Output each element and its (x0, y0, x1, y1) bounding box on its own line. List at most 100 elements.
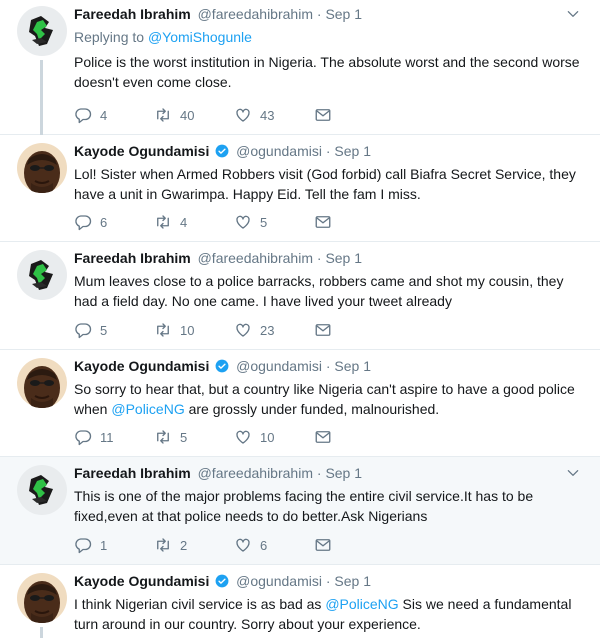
tweet-timestamp[interactable]: Sep 1 (325, 465, 362, 481)
like-button[interactable]: 6 (234, 536, 314, 554)
thread-line (40, 60, 43, 135)
like-button[interactable]: 43 (234, 106, 314, 124)
direct-message-button[interactable] (314, 536, 394, 554)
reply-button[interactable]: 11 (74, 428, 154, 446)
retweet-count: 10 (180, 322, 195, 338)
tweet-actions: 1 2 6 (74, 535, 394, 555)
reply-button[interactable]: 5 (74, 321, 154, 339)
verified-badge-icon (215, 359, 229, 373)
heart-icon (234, 106, 252, 124)
tweet-timestamp[interactable]: Sep 1 (325, 6, 362, 22)
retweet-button[interactable]: 10 (154, 321, 234, 339)
mention-link[interactable]: @PoliceNG (325, 596, 398, 612)
separator-dot: · (316, 250, 322, 266)
heart-icon (234, 536, 252, 554)
replying-to-label: Replying to (74, 29, 145, 45)
retweet-button[interactable]: 40 (154, 106, 234, 124)
reply-button[interactable]: 4 (74, 106, 154, 124)
author-name[interactable]: Fareedah Ibrahim (74, 6, 191, 22)
tweet-timestamp[interactable]: Sep 1 (334, 143, 371, 159)
tweet-text: So sorry to hear that, but a country lik… (74, 381, 575, 417)
separator-dot: · (316, 465, 322, 481)
direct-message-button[interactable] (314, 428, 394, 446)
retweet-count: 5 (180, 429, 188, 445)
heart-icon (234, 428, 252, 446)
mention-link[interactable]: @PoliceNG (111, 401, 184, 417)
tweet[interactable]: Kayode Ogundamisi @ogundamisi · Sep 1 Lo… (0, 135, 600, 242)
avatar[interactable] (17, 358, 67, 408)
author-handle[interactable]: @ogundamisi (236, 143, 322, 159)
separator-dot: · (325, 573, 331, 589)
tweet[interactable]: Kayode Ogundamisi @ogundamisi · Sep 1 I … (0, 565, 600, 638)
thread-line (40, 627, 43, 638)
direct-message-button[interactable] (314, 213, 394, 231)
like-count: 23 (260, 322, 275, 338)
author-name[interactable]: Fareedah Ibrahim (74, 465, 191, 481)
tweet[interactable]: Kayode Ogundamisi @ogundamisi · Sep 1 So… (0, 350, 600, 457)
reply-icon (74, 536, 92, 554)
retweet-icon (154, 213, 172, 231)
retweet-icon (154, 106, 172, 124)
avatar[interactable] (17, 465, 67, 515)
envelope-icon (314, 428, 332, 446)
envelope-icon (314, 106, 332, 124)
avatar[interactable] (17, 250, 67, 300)
reply-button[interactable]: 6 (74, 213, 154, 231)
reply-icon (74, 106, 92, 124)
retweet-button[interactable]: 5 (154, 428, 234, 446)
author-name[interactable]: Kayode Ogundamisi (74, 143, 209, 159)
author-handle[interactable]: @fareedahibrahim (198, 6, 313, 22)
author-name[interactable]: Kayode Ogundamisi (74, 573, 209, 589)
retweet-button[interactable]: 2 (154, 536, 234, 554)
tweet-actions: 6 4 5 (74, 212, 394, 232)
separator-dot: · (325, 143, 331, 159)
tweet[interactable]: Fareedah Ibrahim @fareedahibrahim · Sep … (0, 0, 600, 135)
reply-count: 4 (100, 107, 108, 123)
tweet-actions: 4 40 43 (74, 105, 394, 125)
author-handle[interactable]: @ogundamisi (236, 358, 322, 374)
tweet-timestamp[interactable]: Sep 1 (334, 573, 371, 589)
like-count: 43 (260, 107, 275, 123)
like-button[interactable]: 5 (234, 213, 314, 231)
tweet[interactable]: Fareedah Ibrahim @fareedahibrahim · Sep … (0, 242, 600, 350)
tweet-text: I think Nigerian civil service is as bad… (74, 596, 572, 632)
author-handle[interactable]: @fareedahibrahim (198, 250, 313, 266)
retweet-icon (154, 428, 172, 446)
separator-dot: · (316, 6, 322, 22)
tweet-text: Lol! Sister when Armed Robbers visit (Go… (74, 166, 576, 202)
chevron-down-icon[interactable] (566, 7, 580, 21)
retweet-count: 4 (180, 214, 188, 230)
author-handle[interactable]: @fareedahibrahim (198, 465, 313, 481)
like-button[interactable]: 10 (234, 428, 314, 446)
tweet-timestamp[interactable]: Sep 1 (334, 358, 371, 374)
author-handle[interactable]: @ogundamisi (236, 573, 322, 589)
heart-icon (234, 213, 252, 231)
reply-count: 5 (100, 322, 108, 338)
envelope-icon (314, 213, 332, 231)
retweet-count: 2 (180, 537, 188, 553)
author-name[interactable]: Fareedah Ibrahim (74, 250, 191, 266)
author-name[interactable]: Kayode Ogundamisi (74, 358, 209, 374)
avatar[interactable] (17, 6, 67, 56)
retweet-icon (154, 321, 172, 339)
chevron-down-icon[interactable] (566, 466, 580, 480)
retweet-count: 40 (180, 107, 195, 123)
envelope-icon (314, 536, 332, 554)
like-button[interactable]: 23 (234, 321, 314, 339)
direct-message-button[interactable] (314, 321, 394, 339)
tweet[interactable]: Fareedah Ibrahim @fareedahibrahim · Sep … (0, 457, 600, 565)
like-count: 6 (260, 537, 268, 553)
envelope-icon (314, 321, 332, 339)
tweet-timestamp[interactable]: Sep 1 (325, 250, 362, 266)
reply-count: 11 (100, 429, 114, 445)
tweet-text: Mum leaves close to a police barracks, r… (74, 273, 564, 309)
reply-icon (74, 428, 92, 446)
direct-message-button[interactable] (314, 106, 394, 124)
verified-badge-icon (215, 144, 229, 158)
avatar[interactable] (17, 573, 67, 623)
retweet-button[interactable]: 4 (154, 213, 234, 231)
mention-link[interactable]: @YomiShogunle (148, 29, 252, 45)
retweet-icon (154, 536, 172, 554)
avatar[interactable] (17, 143, 67, 193)
reply-button[interactable]: 1 (74, 536, 154, 554)
